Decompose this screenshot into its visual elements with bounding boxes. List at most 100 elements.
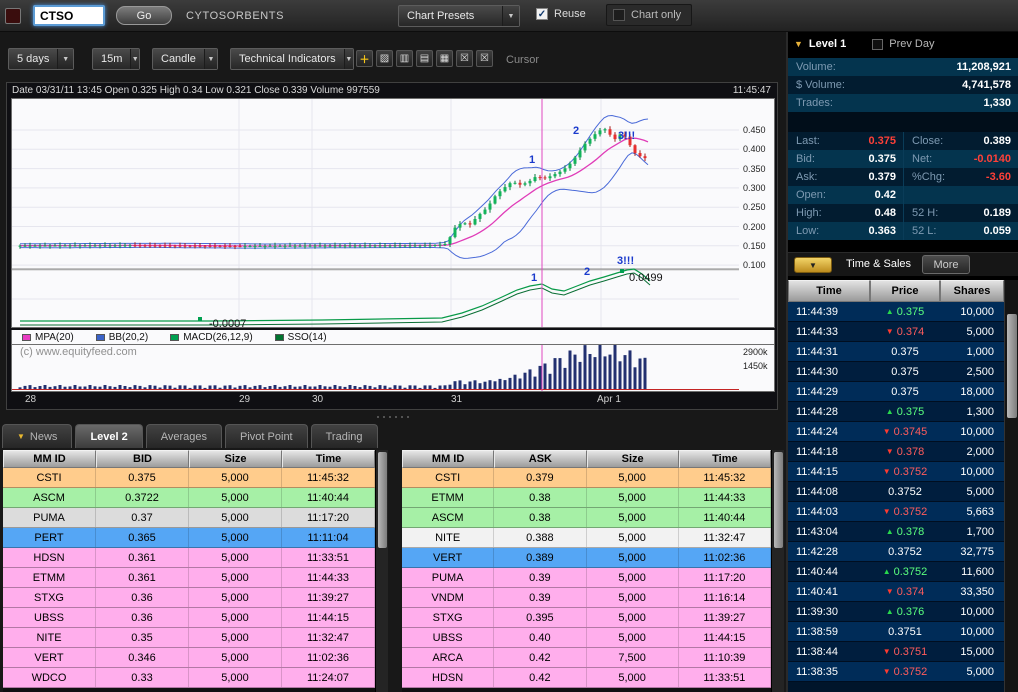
column-header-size[interactable]: Size [189, 450, 282, 468]
time-sales-row[interactable]: 11:44:30 0.375 2,500 [788, 362, 1004, 382]
level2-row[interactable]: VERT 0.346 5,000 11:02:36 [3, 648, 375, 668]
add-icon[interactable]: ＋ [356, 50, 373, 67]
column-header-time[interactable]: Time [679, 450, 771, 468]
pane-splitter[interactable] [0, 410, 785, 423]
level2-row[interactable]: PUMA 0.39 5,000 11:17:20 [402, 568, 771, 588]
time-sales-row[interactable]: 11:40:44 ▲0.3752 11,600 [788, 562, 1004, 582]
rows-icon[interactable]: ▤ [416, 50, 433, 67]
more-button[interactable]: More [922, 255, 970, 274]
level2-row[interactable]: STXG 0.395 5,000 11:39:27 [402, 608, 771, 628]
column-header-shares[interactable]: Shares [940, 280, 1004, 302]
range-dropdown[interactable]: 5 days ▼ [8, 48, 74, 70]
technical-indicators-dropdown[interactable]: Technical Indicators ▼ [230, 48, 354, 70]
tab-averages[interactable]: Averages [146, 424, 222, 448]
time-sales-row[interactable]: 11:44:08 0.3752 5,000 [788, 482, 1004, 502]
quote-value: 0.189 [983, 207, 1018, 219]
time-sales-row[interactable]: 11:44:33 ▼0.374 5,000 [788, 322, 1004, 342]
quote-label: Close: [904, 135, 943, 147]
time-sales-row[interactable]: 11:38:35 ▼0.3752 5,000 [788, 662, 1004, 682]
time-sales-row[interactable]: 11:44:28 ▲0.375 1,300 [788, 402, 1004, 422]
clear-icon[interactable]: ☒ [456, 50, 473, 67]
level2-row[interactable]: HDSN 0.361 5,000 11:33:51 [3, 548, 375, 568]
column-header-time[interactable]: Time [788, 280, 870, 302]
level2-row[interactable]: ASCM 0.3722 5,000 11:40:44 [3, 488, 375, 508]
time-sales-row[interactable]: 11:44:18 ▼0.378 2,000 [788, 442, 1004, 462]
candle-width-icon[interactable]: ▥ [396, 50, 413, 67]
chart-presets-dropdown[interactable]: Chart Presets ▼ [398, 5, 520, 27]
level2-row[interactable]: HDSN 0.42 5,000 11:33:51 [402, 668, 771, 688]
ticker-input[interactable] [33, 5, 105, 26]
level2-row[interactable]: VNDM 0.39 5,000 11:16:14 [402, 588, 771, 608]
prev-day-checkbox[interactable]: Prev Day [872, 38, 934, 50]
level2-row[interactable]: ETMM 0.38 5,000 11:44:33 [402, 488, 771, 508]
quote-label: 52 H: [904, 207, 938, 219]
chart-style-dropdown[interactable]: Candle ▼ [152, 48, 218, 70]
time-sales-row[interactable]: 11:44:15 ▼0.3752 10,000 [788, 462, 1004, 482]
dropdown-caret-icon[interactable]: ▼ [794, 39, 803, 49]
level2-row[interactable]: PUMA 0.37 5,000 11:17:20 [3, 508, 375, 528]
level2-row[interactable]: CSTI 0.379 5,000 11:45:32 [402, 468, 771, 488]
time-sales-row[interactable]: 11:44:24 ▼0.3745 10,000 [788, 422, 1004, 442]
column-header-bid[interactable]: BID [96, 450, 189, 468]
size: 5,000 [587, 548, 679, 567]
interval-dropdown[interactable]: 15m ▼ [92, 48, 140, 70]
size: 5,000 [587, 488, 679, 507]
level2-row[interactable]: NITE 0.35 5,000 11:32:47 [3, 628, 375, 648]
time-sales-row[interactable]: 11:44:03 ▼0.3752 5,663 [788, 502, 1004, 522]
price: 0.3722 [96, 488, 189, 507]
level2-row[interactable]: ETMM 0.361 5,000 11:44:33 [3, 568, 375, 588]
time-sales-row[interactable]: 11:44:29 0.375 18,000 [788, 382, 1004, 402]
date-axis: 28293031Apr 1 [11, 394, 775, 407]
trade-shares: 2,000 [940, 446, 1004, 458]
close-icon[interactable]: ☒ [476, 50, 493, 67]
level2-row[interactable]: ARCA 0.42 7,500 11:10:39 [402, 648, 771, 668]
app-window-icon[interactable] [5, 8, 21, 24]
tab-news[interactable]: ▼News [2, 424, 72, 448]
trade-price: ▲0.375 [870, 406, 940, 418]
level2-row[interactable]: WDCO 0.33 5,000 11:24:07 [3, 668, 375, 688]
time-sales-row[interactable]: 11:40:41 ▼0.374 33,350 [788, 582, 1004, 602]
scrollbar[interactable] [1004, 280, 1018, 692]
price-chart-pane[interactable]: 0.4500.4000.3500.3000.2500.2000.1500.100… [11, 98, 775, 328]
column-header-ask[interactable]: ASK [494, 450, 586, 468]
size: 7,500 [587, 648, 679, 667]
column-header-time[interactable]: Time [282, 450, 375, 468]
volume-chart-pane[interactable]: (c) www.equityfeed.com 2900k1450k [11, 344, 775, 392]
column-header-mm-id[interactable]: MM ID [402, 450, 494, 468]
level2-row[interactable]: NITE 0.388 5,000 11:32:47 [402, 528, 771, 548]
scrollbar-thumb[interactable] [1007, 314, 1017, 418]
panel-menu-button[interactable]: ▼ [794, 257, 832, 273]
time-sales-row[interactable]: 11:38:59 0.3751 10,000 [788, 622, 1004, 642]
column-header-price[interactable]: Price [870, 280, 940, 302]
price: 0.36 [96, 608, 189, 627]
tab-trading[interactable]: Trading [311, 424, 378, 448]
scrollbar-thumb[interactable] [774, 452, 783, 548]
reuse-checkbox[interactable]: ✓ Reuse [536, 8, 586, 20]
grid-icon[interactable]: ▦ [436, 50, 453, 67]
go-button[interactable]: Go [116, 6, 172, 25]
level2-row[interactable]: UBSS 0.36 5,000 11:44:15 [3, 608, 375, 628]
time-sales-row[interactable]: 11:38:44 ▼0.3751 15,000 [788, 642, 1004, 662]
time-sales-row[interactable]: 11:43:04 ▲0.378 1,700 [788, 522, 1004, 542]
level2-row[interactable]: VERT 0.389 5,000 11:02:36 [402, 548, 771, 568]
time-sales-row[interactable]: 11:44:39 ▲0.375 10,000 [788, 302, 1004, 322]
column-header-mm-id[interactable]: MM ID [3, 450, 96, 468]
level2-row[interactable]: UBSS 0.40 5,000 11:44:15 [402, 628, 771, 648]
scrollbar[interactable] [771, 450, 784, 692]
column-header-size[interactable]: Size [587, 450, 679, 468]
scrollbar[interactable] [375, 450, 388, 692]
pattern-icon[interactable]: ▨ [376, 50, 393, 67]
level2-row[interactable]: CSTI 0.375 5,000 11:45:32 [3, 468, 375, 488]
time-sales-row[interactable]: 11:42:28 0.3752 32,775 [788, 542, 1004, 562]
stat-label: Volume: [788, 61, 836, 73]
level2-row[interactable]: STXG 0.36 5,000 11:39:27 [3, 588, 375, 608]
scrollbar-thumb[interactable] [378, 452, 387, 548]
chart-only-checkbox[interactable]: Chart only [606, 4, 692, 26]
time-sales-row[interactable]: 11:39:30 ▲0.376 10,000 [788, 602, 1004, 622]
time-sales-row[interactable]: 11:44:31 0.375 1,000 [788, 342, 1004, 362]
stat-label: $ Volume: [788, 79, 845, 91]
tab-pivot-point[interactable]: Pivot Point [225, 424, 308, 448]
level2-row[interactable]: PERT 0.365 5,000 11:11:04 [3, 528, 375, 548]
tab-level-2[interactable]: Level 2 [75, 424, 142, 448]
level2-row[interactable]: ASCM 0.38 5,000 11:40:44 [402, 508, 771, 528]
